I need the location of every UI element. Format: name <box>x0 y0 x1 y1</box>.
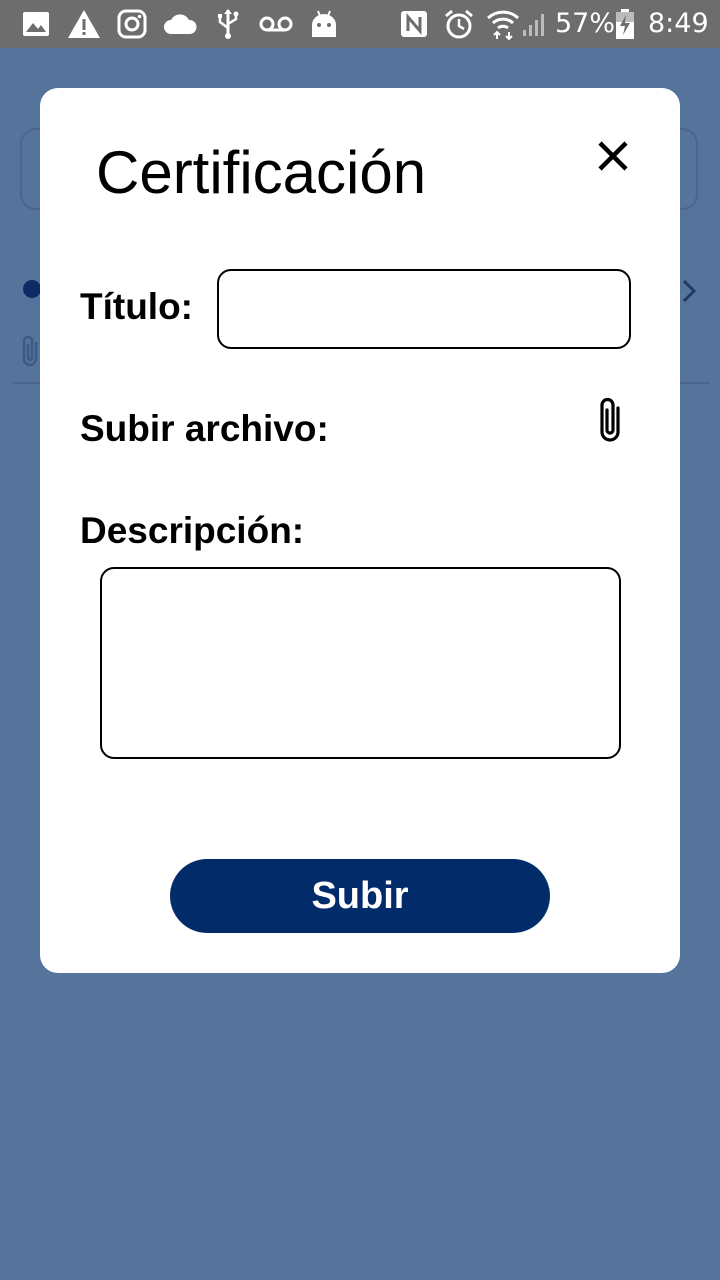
background-paperclip-icon <box>20 334 42 373</box>
alarm-icon <box>443 8 475 40</box>
android-icon <box>310 8 338 40</box>
battery-charging-icon <box>614 8 636 40</box>
title-input[interactable] <box>217 269 631 349</box>
description-label: Descripción: <box>80 510 305 551</box>
title-label: Título: <box>80 286 194 327</box>
submit-button[interactable]: Subir <box>170 859 550 933</box>
close-icon <box>597 140 629 177</box>
attach-file-button[interactable] <box>592 396 628 448</box>
instagram-icon <box>117 8 147 40</box>
voicemail-icon <box>259 8 293 40</box>
close-button[interactable] <box>593 138 633 178</box>
certification-dialog: Certificación Título: Subir archivo: Des… <box>40 88 680 973</box>
cloud-icon <box>162 8 198 40</box>
signal-icon <box>521 8 549 40</box>
chevron-right-icon <box>678 276 700 311</box>
clock-time: 8:49 <box>648 8 709 39</box>
nfc-icon <box>400 8 428 40</box>
background-status-dot <box>23 280 41 298</box>
paperclip-icon <box>595 396 625 449</box>
usb-icon <box>215 8 241 40</box>
description-textarea[interactable] <box>100 567 621 759</box>
battery-percent: 57% <box>555 8 616 39</box>
warning-icon <box>67 8 101 40</box>
image-icon <box>22 8 50 40</box>
wifi-icon <box>486 8 520 40</box>
upload-file-label: Subir archivo: <box>80 408 329 449</box>
status-bar: 57% 8:49 <box>0 0 720 48</box>
dialog-title: Certificación <box>96 139 427 206</box>
